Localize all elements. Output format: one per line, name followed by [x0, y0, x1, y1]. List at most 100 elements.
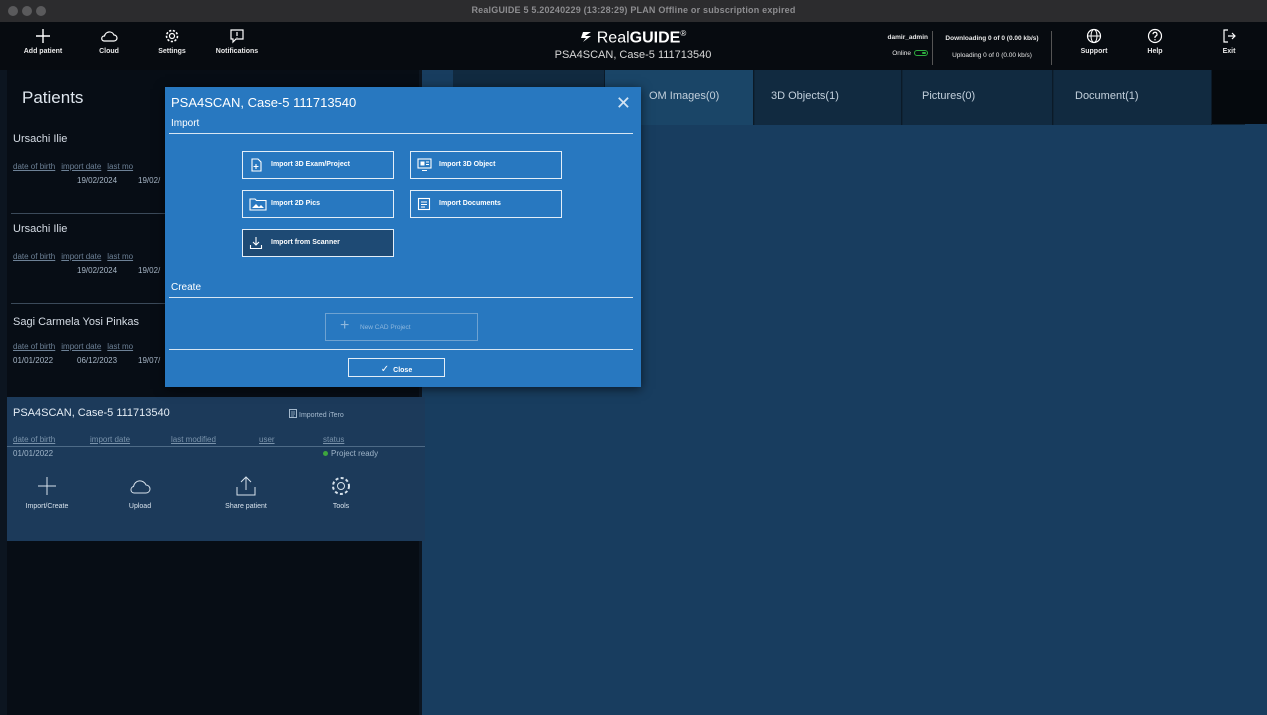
import-date-header: import date — [61, 342, 102, 351]
patient-import-date: 19/02/2024 — [77, 176, 118, 185]
support-button[interactable]: Support — [1066, 28, 1122, 55]
tab-3d-objects-label: 3D Objects(1) — [771, 90, 839, 102]
patient-field-headers: date of birth import date last mo — [13, 252, 139, 261]
header-case-title: PSA4SCAN, Case-5 111713540 — [554, 49, 712, 62]
import-documents-button[interactable]: Import Documents — [410, 190, 562, 218]
share-patient-button[interactable]: Share patient — [211, 475, 281, 510]
import-date-header: import date — [61, 162, 102, 171]
document-icon — [289, 409, 297, 418]
window-title: RealGUIDE 5 5.20240229 (13:28:29) PLAN O… — [471, 5, 796, 15]
user-name: damir_admin — [887, 34, 928, 41]
download-status: Downloading 0 of 0 (0.00 kb/s) — [945, 35, 1039, 42]
patient-name: Ursachi Ilie — [13, 223, 68, 235]
notifications-button[interactable]: Notifications — [209, 28, 265, 55]
import-create-dialog: PSA4SCAN, Case-5 111713540 ✕ Import Impo… — [165, 87, 641, 387]
image-folder-icon — [249, 198, 267, 211]
patient-modified-date: 19/07/ — [138, 356, 161, 365]
new-cad-project-button[interactable]: + New CAD Project — [325, 313, 478, 341]
tab-3d-objects[interactable]: 3D Objects(1) — [755, 70, 902, 125]
add-patient-label: Add patient — [23, 48, 63, 55]
cloud-button[interactable]: Cloud — [81, 28, 137, 55]
patient-field-headers: date of birth import date last mo — [13, 162, 139, 171]
help-label: Help — [1147, 48, 1163, 55]
settings-button[interactable]: Settings — [144, 28, 200, 55]
status-badge: Project ready — [323, 449, 378, 458]
status-header: status — [323, 435, 345, 444]
close-label: Close — [393, 367, 413, 374]
new-cad-project-label: New CAD Project — [360, 324, 411, 331]
last-modified-header: last modified — [171, 435, 216, 444]
import-section-label: Import — [171, 118, 200, 129]
import-source: Imported iTero — [289, 409, 344, 419]
import-2d-pics-button[interactable]: Import 2D Pics — [242, 190, 394, 218]
exit-button[interactable]: Exit — [1201, 28, 1257, 55]
realguide-logo-icon — [580, 32, 591, 43]
header-underline — [7, 446, 425, 447]
patient-import-date: 19/02/2024 — [77, 266, 118, 275]
status-text: Project ready — [331, 449, 379, 458]
import-from-scanner-button[interactable]: Import from Scanner — [242, 229, 394, 257]
dob-header: date of birth — [13, 252, 56, 261]
last-modified-header: last mo — [107, 252, 134, 261]
tab-document-label: Document(1) — [1075, 90, 1139, 102]
exit-label: Exit — [1222, 48, 1236, 55]
create-divider — [169, 297, 633, 298]
status-dot-icon — [323, 451, 328, 456]
add-patient-button[interactable]: Add patient — [15, 28, 71, 55]
online-status: Online — [862, 50, 928, 57]
share-patient-label: Share patient — [225, 503, 267, 510]
dob-header: date of birth — [13, 162, 56, 171]
tabs-end-filler — [1212, 70, 1267, 124]
last-modified-header: last mo — [107, 162, 134, 171]
help-button[interactable]: Help — [1127, 28, 1183, 55]
dob-header: date of birth — [13, 435, 56, 444]
online-toggle-icon[interactable] — [914, 50, 928, 57]
gear-icon — [332, 477, 350, 495]
gear-icon — [165, 29, 179, 43]
checkmark-icon: ✓ — [380, 364, 390, 375]
upload-status: Uploading 0 of 0 (0.00 kb/s) — [952, 52, 1032, 59]
globe-icon — [1086, 28, 1102, 44]
share-icon — [236, 476, 256, 496]
import-documents-label: Import Documents — [439, 200, 501, 207]
settings-label: Settings — [158, 48, 186, 55]
user-header: user — [259, 435, 275, 444]
last-modified-header: last mo — [107, 342, 134, 351]
notification-icon — [230, 29, 244, 44]
patient-name: Ursachi Ilie — [13, 133, 68, 145]
monitor-icon — [417, 158, 432, 171]
patients-title: Patients — [22, 88, 84, 107]
close-icon[interactable]: ✕ — [616, 93, 631, 114]
tab-document[interactable]: Document(1) — [1054, 70, 1212, 125]
import-3d-object-button[interactable]: Import 3D Object — [410, 151, 562, 179]
import-source-label: Imported iTero — [299, 412, 344, 419]
window-titlebar: RealGUIDE 5 5.20240229 (13:28:29) PLAN O… — [0, 0, 1267, 22]
active-dob: 01/01/2022 — [13, 449, 54, 458]
active-patient-card[interactable]: PSA4SCAN, Case-5 111713540 Imported iTer… — [7, 397, 425, 541]
help-icon — [1147, 28, 1163, 44]
cloud-icon — [101, 31, 118, 42]
transfer-status: Downloading 0 of 0 (0.00 kb/s) Uploading… — [932, 31, 1052, 65]
patient-modified-date: 19/02/ — [138, 176, 161, 185]
tab-pictures-label: Pictures(0) — [922, 90, 976, 102]
support-label: Support — [1080, 48, 1108, 55]
download-icon — [249, 237, 263, 250]
patient-modified-date: 19/02/ — [138, 266, 161, 275]
tools-button[interactable]: Tools — [306, 475, 376, 510]
brand-prefix: Real — [596, 29, 630, 47]
import-create-button[interactable]: Import/Create — [12, 475, 82, 510]
tab-pictures[interactable]: Pictures(0) — [903, 70, 1053, 125]
import-date-header: import date — [90, 435, 131, 444]
close-button[interactable]: ✓ Close — [348, 358, 445, 377]
upload-button[interactable]: Upload — [105, 475, 175, 510]
tools-label: Tools — [332, 503, 350, 510]
online-label: Online — [892, 50, 911, 57]
brand-mark: ® — [680, 29, 687, 38]
patient-import-date: 06/12/2023 — [77, 356, 118, 365]
exit-icon — [1223, 29, 1236, 43]
upload-label: Upload — [128, 503, 152, 510]
dob-header: date of birth — [13, 342, 56, 351]
document-icon — [417, 197, 431, 211]
patient-name: Sagi Carmela Yosi Pinkas — [13, 316, 139, 328]
import-3d-exam-button[interactable]: Import 3D Exam/Project — [242, 151, 394, 179]
